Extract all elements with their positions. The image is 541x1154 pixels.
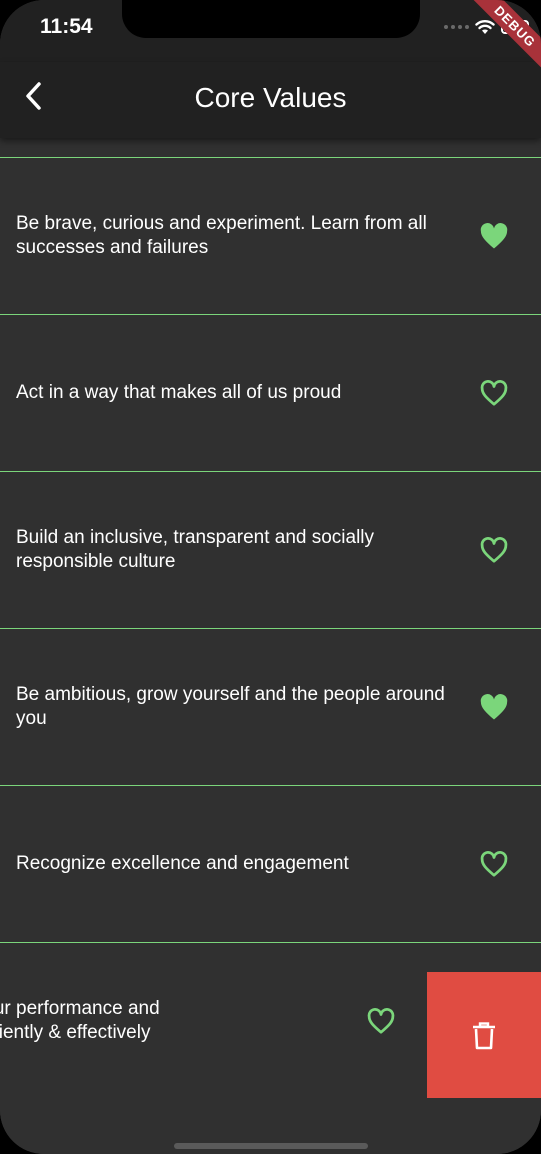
value-text: Step up your performance and deliver eff… bbox=[0, 998, 160, 1043]
value-text: Be ambitious, grow yourself and the peop… bbox=[16, 684, 445, 729]
value-text: Build an inclusive, transparent and soci… bbox=[16, 527, 375, 572]
list-divider bbox=[0, 138, 541, 158]
heart-outline-icon[interactable] bbox=[478, 535, 510, 565]
heart-outline-icon[interactable] bbox=[478, 849, 510, 879]
core-values-list: Be brave, curious and experiment. Learn … bbox=[0, 138, 541, 1100]
value-text: Act in a way that makes all of us proud bbox=[16, 382, 342, 403]
value-text: Recognize excellence and engagement bbox=[16, 853, 349, 874]
heart-filled-icon[interactable] bbox=[478, 692, 510, 722]
value-item-4[interactable]: Be ambitious, grow yourself and the peop… bbox=[0, 629, 541, 786]
debug-ribbon-label: DEBUG bbox=[465, 0, 541, 77]
heart-filled-icon[interactable] bbox=[478, 221, 510, 251]
home-indicator[interactable] bbox=[174, 1143, 368, 1149]
status-time: 11:54 bbox=[40, 15, 93, 38]
debug-banner: DEBUG bbox=[451, 0, 541, 90]
delete-button[interactable] bbox=[427, 972, 541, 1099]
value-item-3[interactable]: Build an inclusive, transparent and soci… bbox=[0, 472, 541, 629]
value-item-6[interactable]: Step up your performance and deliver eff… bbox=[0, 943, 541, 1100]
value-item-1[interactable]: Be brave, curious and experiment. Learn … bbox=[0, 158, 541, 315]
heart-outline-icon[interactable] bbox=[365, 1006, 397, 1036]
heart-outline-icon[interactable] bbox=[478, 378, 510, 408]
notch bbox=[122, 0, 420, 38]
trash-icon bbox=[473, 1021, 495, 1049]
value-text: Be brave, curious and experiment. Learn … bbox=[16, 213, 427, 258]
phone-screen: 11:54 DEBUG Core Values Be brave, curiou… bbox=[0, 0, 541, 1154]
value-item-2[interactable]: Act in a way that makes all of us proud bbox=[0, 315, 541, 472]
value-item-5[interactable]: Recognize excellence and engagement bbox=[0, 786, 541, 943]
